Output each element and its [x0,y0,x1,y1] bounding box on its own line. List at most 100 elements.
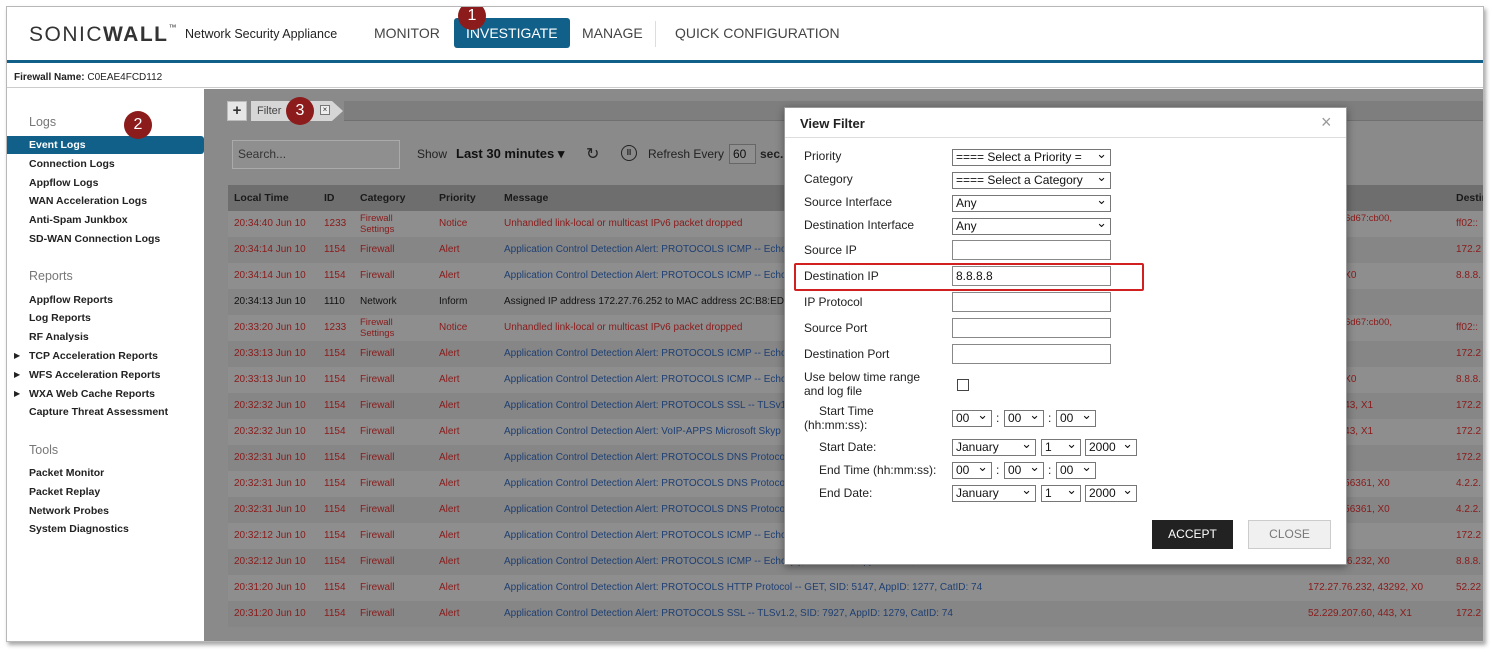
end-hour-select[interactable]: 00 [952,459,992,479]
show-label: Show [417,147,448,161]
source-ip-input[interactable] [952,240,1111,260]
cell-local-time: 20:32:31 Jun 10 [234,478,306,489]
sidebar-item-packet-monitor[interactable]: Packet Monitor [29,464,104,482]
cell-category: Firewall [360,374,395,385]
sidebar-item-wan-acceleration-logs[interactable]: WAN Acceleration Logs [29,192,147,210]
start-day-select[interactable]: 1 [1041,436,1081,456]
cell-priority: Alert [439,556,460,567]
refresh-every-label: Refresh Every [648,147,725,161]
sidebar-item-anti-spam-junkbox[interactable]: Anti-Spam Junkbox [29,211,128,229]
source-ip-label: Source IP [804,243,857,257]
start-year-select[interactable]: 2000 [1085,436,1137,456]
column-header-priority[interactable]: Priority [439,185,476,211]
destination-port-input[interactable] [952,344,1111,364]
table-row[interactable]: 20:31:20 Jun 10 1154 Alert Application Cont… [228,601,1483,627]
sidebar-item-log-reports[interactable]: Log Reports [29,309,91,327]
cell-local-time: 20:33:13 Jun 10 [234,348,306,359]
app-window: SONICWALL™ Network Security Appliance MO… [6,6,1484,642]
sidebar-item-packet-replay[interactable]: Packet Replay [29,483,100,501]
sidebar-item-network-probes[interactable]: Network Probes [29,502,109,520]
cell-category: Firewall [360,244,395,255]
end-year-select[interactable]: 2000 [1085,482,1137,502]
table-row[interactable]: 20:31:20 Jun 10 1154 Alert Application Cont… [228,575,1483,601]
cell-priority: Inform [439,296,468,307]
start-second-select[interactable]: 00 [1056,407,1096,427]
source-port-input[interactable] [952,318,1111,338]
start-hour-select[interactable]: 00 [952,407,992,427]
destination-interface-select[interactable]: Any [952,215,1111,235]
dialog-divider [785,137,1346,138]
sidebar-item-connection-logs[interactable]: Connection Logs [29,155,115,173]
cell-id: 1233 [324,218,347,229]
end-second-select[interactable]: 00 [1056,459,1096,479]
start-time-label: Start Time [819,404,874,418]
priority-label: Priority [804,149,842,163]
cell-destination: 172.2 [1456,348,1482,359]
cell-destination: 172.2 [1456,452,1482,463]
expand-arrow-icon[interactable]: ▶ [14,385,20,403]
destination-ip-input[interactable]: 8.8.8.8 [952,266,1111,286]
ip-protocol-input[interactable] [952,292,1111,312]
dialog-close-icon[interactable]: × [1321,112,1332,133]
sidebar-item-appflow-reports[interactable]: Appflow Reports [29,291,113,309]
sidebar-item-capture-threat-assessment[interactable]: Capture Threat Assessment [29,403,168,421]
cell-priority: Alert [439,400,460,411]
start-minute-select[interactable]: 00 [1004,407,1044,427]
cell-destination [1456,289,1483,315]
cell-message: Application Control Detection Alert: PRO… [504,582,983,593]
sidebar-item-wfs-acceleration-reports[interactable]: WFS Acceleration Reports [29,366,160,384]
step-callout-3: 3 [286,97,314,125]
time-range-dropdown[interactable]: Last 30 minutes ▾ [456,146,564,162]
sidebar-item-sd-wan-connection-logs[interactable]: SD-WAN Connection Logs [29,230,160,248]
expand-arrow-icon[interactable]: ▶ [14,347,20,365]
column-header-id[interactable]: ID [324,185,335,211]
cell-category: Firewall [360,348,395,359]
tab-close-icon[interactable]: × [320,105,330,115]
cell-source: 52.229.207.60, 443, X1 [1308,608,1412,619]
source-port-label: Source Port [804,321,868,335]
destination-port-label: Destination Port [804,347,890,361]
cell-id: 1154 [324,452,346,463]
column-header-destination[interactable]: Destin [1456,185,1483,211]
sidebar-item-system-diagnostics[interactable]: System Diagnostics [29,520,129,538]
cell-message: Application Control Detection Alert: PRO… [504,608,953,619]
pause-icon[interactable]: II [621,145,637,161]
cell-destination: 172.2 [1456,400,1482,411]
nav-quick-configuration[interactable]: QUICK CONFIGURATION [663,18,852,48]
category-label: Category [804,172,853,186]
end-date-label: End Date: [819,486,873,500]
end-minute-select[interactable]: 00 [1004,459,1044,479]
firewall-name: Firewall Name: C0EAE4FCD112 [14,72,163,83]
accept-button[interactable]: ACCEPT [1152,520,1233,549]
cell-id: 1154 [324,348,346,359]
add-tab-button[interactable]: + [227,101,247,121]
priority-select[interactable]: ==== Select a Priority = [952,146,1111,166]
refresh-interval-input[interactable]: 60 [729,144,756,164]
category-select[interactable]: ==== Select a Category [952,169,1111,189]
time-range-checkbox[interactable] [957,379,969,391]
close-button[interactable]: CLOSE [1248,520,1331,549]
cell-id: 1154 [324,270,346,281]
cell-destination: 4.2.2. [1456,504,1482,515]
search-input[interactable]: Search... [232,140,400,169]
top-bar: SONICWALL™ Network Security Appliance MO… [7,7,1483,63]
end-month-select[interactable]: January [952,482,1036,502]
refresh-icon[interactable]: ↻ [586,144,599,164]
column-header-message[interactable]: Message [504,185,548,211]
nav-monitor[interactable]: MONITOR [362,18,452,48]
cell-destination: 8.8.8. [1456,374,1482,385]
source-interface-select[interactable]: Any [952,192,1111,212]
end-day-select[interactable]: 1 [1041,482,1081,502]
nav-manage[interactable]: MANAGE [570,18,655,48]
column-header-local-time[interactable]: Local Time [234,185,289,211]
sidebar-item-rf-analysis[interactable]: RF Analysis [29,328,89,346]
sidebar-item-tcp-acceleration-reports[interactable]: TCP Acceleration Reports [29,347,158,365]
column-header-category[interactable]: Category [360,185,406,211]
expand-arrow-icon[interactable]: ▶ [14,366,20,384]
sidebar-item-appflow-logs[interactable]: Appflow Logs [29,174,98,192]
nav-divider [655,21,656,47]
cell-destination: ff02:: [1456,218,1479,229]
start-month-select[interactable]: January [952,436,1036,456]
sidebar-item-event-logs[interactable]: Event Logs [7,136,204,154]
sidebar-item-wxa-web-cache-reports[interactable]: WXA Web Cache Reports [29,385,155,403]
